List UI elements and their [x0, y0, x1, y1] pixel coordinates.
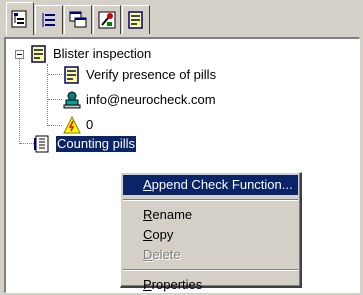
collapse-toggle[interactable]: [15, 50, 24, 59]
document-icon: [62, 65, 82, 85]
menu-item-rename[interactable]: Rename: [123, 205, 298, 225]
tree-node-label: info@neurocheck.com: [86, 92, 216, 107]
windows-tab[interactable]: [64, 5, 92, 34]
menu-item-label: elete: [152, 247, 181, 262]
menu-separator: [123, 269, 298, 271]
menu-accel-letter: P: [143, 277, 152, 292]
document-icon: [128, 11, 143, 29]
tree-node-selected[interactable]: Counting pills: [32, 134, 137, 154]
tree-connector: [19, 55, 20, 144]
tree-connector: [48, 74, 62, 75]
tab-strip: [0, 0, 363, 38]
menu-item-append-check-function[interactable]: Append Check Function...: [123, 175, 298, 195]
tree-view-icon: [11, 10, 27, 28]
tree-node-child[interactable]: 0: [62, 115, 93, 135]
menu-separator: [123, 199, 298, 201]
tools-icon: [98, 11, 116, 29]
menu-accel-letter: A: [143, 177, 152, 192]
tree-node-child[interactable]: Verify presence of pills: [62, 65, 216, 85]
tree-node-child[interactable]: info@neurocheck.com: [62, 90, 216, 110]
tree-connector: [48, 125, 62, 126]
check-function-icon: [32, 134, 52, 154]
document-tab[interactable]: [122, 5, 150, 34]
sorted-view-tab[interactable]: [35, 5, 63, 34]
tree-node-label: 0: [86, 117, 94, 132]
context-menu: Append Check Function... Rename Copy Del…: [120, 172, 302, 292]
menu-accel-letter: R: [143, 207, 153, 222]
menu-item-label: ppend Check Function...: [151, 177, 293, 192]
menu-item-label: roperties: [151, 277, 203, 292]
document-icon: [29, 44, 49, 64]
menu-item-copy[interactable]: Copy: [123, 225, 298, 245]
menu-accel-letter: D: [143, 247, 153, 262]
menu-item-properties[interactable]: Properties: [123, 275, 298, 295]
tree-node-label: Counting pills: [56, 136, 137, 152]
user-icon: [62, 90, 82, 110]
warning-icon: [62, 115, 82, 135]
menu-item-delete: Delete: [123, 245, 298, 265]
tree-node-root[interactable]: Blister inspection: [29, 44, 151, 64]
menu-accel-letter: C: [143, 227, 153, 242]
tree-node-label: Blister inspection: [53, 46, 152, 61]
tree-node-label: Verify presence of pills: [86, 67, 217, 82]
windows-icon: [69, 11, 87, 28]
tree-view-tab[interactable]: [6, 2, 34, 35]
tree-connector: [48, 99, 62, 100]
sorted-list-icon: [42, 13, 55, 27]
tools-tab[interactable]: [93, 5, 121, 34]
menu-item-label: opy: [152, 227, 174, 242]
menu-item-label: ename: [152, 207, 193, 222]
